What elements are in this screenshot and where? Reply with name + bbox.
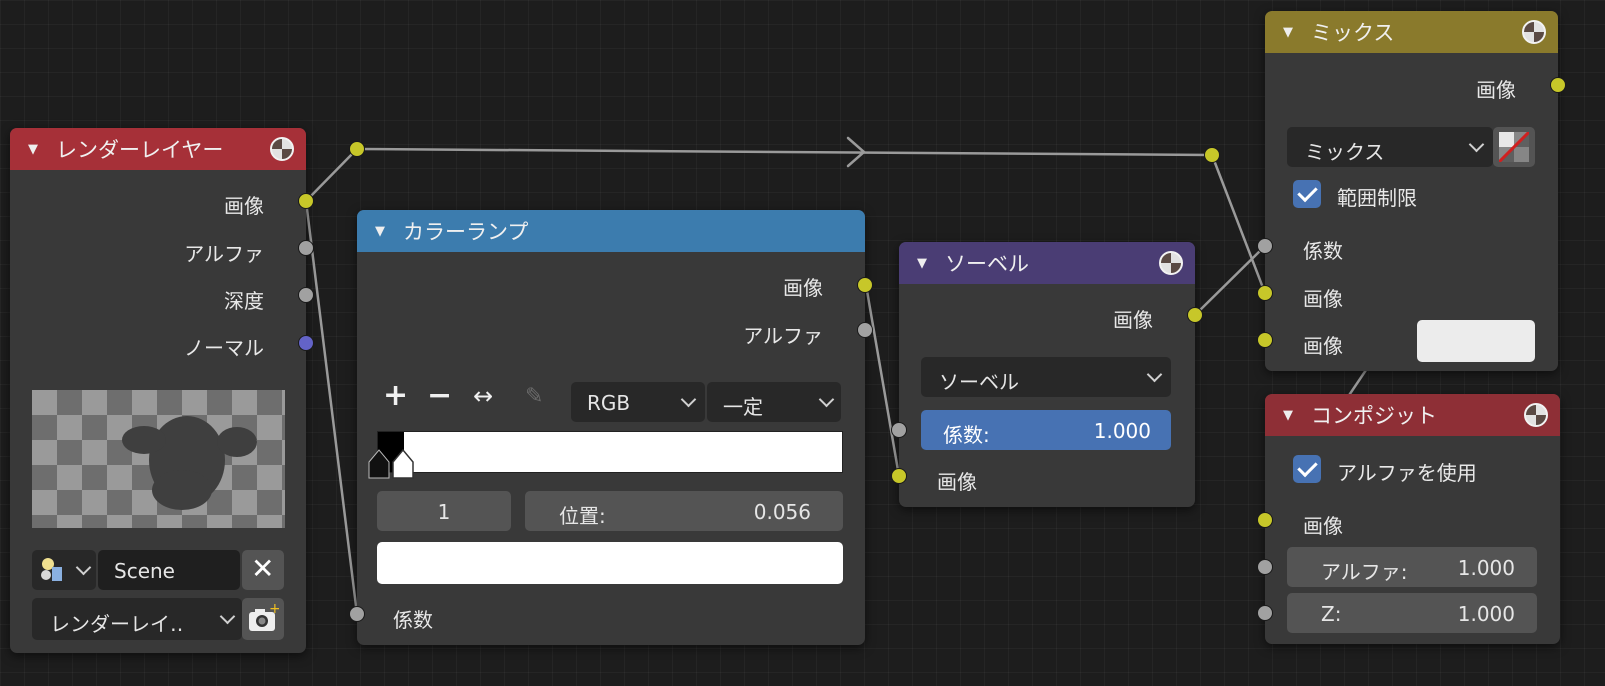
color-ramp-header[interactable]: ▼ カラーランプ (357, 210, 865, 252)
alpha-checker-icon (1499, 132, 1529, 162)
remove-stop-icon[interactable]: − (427, 378, 452, 413)
image-output-socket[interactable] (1550, 77, 1566, 93)
reroute-point[interactable] (349, 141, 365, 157)
clamp-label: 範囲制限 (1337, 186, 1417, 210)
depth-output-socket[interactable] (298, 287, 314, 303)
scene-type-button[interactable] (32, 550, 96, 590)
link-render-to-reroute (304, 147, 359, 203)
composite-node[interactable]: ▼ コンポジット アルファを使用 画像 アルファ: 1.000 Z: 1.000 (1265, 394, 1560, 644)
layer-dropdown[interactable]: レンダーレイ‥ (32, 598, 242, 640)
image-input-socket[interactable] (1257, 285, 1273, 301)
output-label: ノーマル (184, 336, 264, 360)
mix-node[interactable]: ▼ ミックス 画像 ミックス 範囲制限 係数 画像 画像 (1265, 11, 1558, 371)
scene-field[interactable]: Scene (98, 550, 240, 590)
input-label: 画像 (1303, 334, 1343, 358)
node-title: ソーベル (945, 252, 1029, 276)
z-input-socket[interactable] (1257, 605, 1273, 621)
active-stop-index[interactable]: 1 (377, 491, 511, 531)
sobel-header[interactable]: ▼ ソーベル (899, 242, 1195, 284)
svg-text:+: + (269, 604, 279, 617)
use-alpha-checkbox[interactable] (1293, 455, 1321, 483)
input-label: 係数 (1303, 239, 1343, 263)
stop-color-swatch[interactable] (377, 542, 843, 584)
alpha-input-socket[interactable] (1257, 559, 1273, 575)
link-sobel-to-mix-fac (1193, 244, 1267, 317)
filter-type-dropdown[interactable]: ソーベル (921, 357, 1171, 397)
output-label: アルファ (184, 242, 264, 266)
collapse-arrow-icon[interactable]: ▼ (1283, 408, 1293, 423)
render-layers-header[interactable]: ▼ レンダーレイヤー (10, 128, 306, 170)
z-input-field[interactable]: Z: 1.000 (1287, 593, 1537, 633)
image-input-socket[interactable] (1257, 512, 1273, 528)
alpha-output-socket[interactable] (298, 240, 314, 256)
input-label: 画像 (1303, 287, 1343, 311)
stop-position-field[interactable]: 位置: 0.056 (525, 491, 843, 531)
flip-ramp-icon[interactable]: ↔ (473, 382, 493, 410)
preview-sphere-icon[interactable] (270, 137, 294, 161)
input-label: 係数 (393, 608, 433, 632)
image-input-socket[interactable] (891, 468, 907, 484)
collapse-arrow-icon[interactable]: ▼ (28, 142, 38, 157)
image-output-socket[interactable] (298, 193, 314, 209)
fac-input-socket[interactable] (891, 422, 907, 438)
eyedropper-icon[interactable]: ✎ (525, 384, 543, 409)
clamp-checkbox[interactable] (1293, 180, 1321, 208)
link-colorramp-to-sobel (864, 283, 901, 478)
scene-icon (41, 558, 62, 581)
collapse-arrow-icon[interactable]: ▼ (1283, 25, 1293, 40)
alpha-input-field[interactable]: アルファ: 1.000 (1287, 547, 1537, 587)
composite-header[interactable]: ▼ コンポジット (1265, 394, 1560, 436)
suzanne-silhouette (122, 416, 257, 510)
color-mode-dropdown[interactable]: RGB (571, 382, 705, 422)
clear-scene-button[interactable]: ✕ (242, 550, 284, 590)
link-render-to-colorramp-fac (304, 199, 359, 616)
color-ramp-gradient[interactable] (377, 431, 843, 473)
use-alpha-toggle[interactable] (1493, 127, 1535, 167)
node-title: ミックス (1311, 21, 1395, 45)
collapse-arrow-icon[interactable]: ▼ (917, 256, 927, 271)
render-preview-image (32, 390, 285, 528)
use-alpha-label: アルファを使用 (1337, 461, 1477, 485)
input-label: 画像 (937, 470, 977, 494)
interpolation-dropdown[interactable]: 一定 (707, 382, 841, 422)
input-label: 画像 (1303, 514, 1343, 538)
mix-header[interactable]: ▼ ミックス (1265, 11, 1558, 53)
preview-sphere-icon[interactable] (1524, 403, 1548, 427)
image-output-socket[interactable] (1187, 307, 1203, 323)
output-label: 画像 (1476, 78, 1516, 102)
fac-input-socket[interactable] (1257, 238, 1273, 254)
camera-icon: + (249, 604, 279, 631)
node-title: コンポジット (1311, 404, 1437, 428)
node-title: カラーランプ (403, 220, 529, 244)
ramp-stop-markers[interactable] (365, 448, 425, 480)
node-title: レンダーレイヤー (56, 138, 224, 162)
collapse-arrow-icon[interactable]: ▼ (375, 224, 385, 239)
image-color-swatch[interactable] (1417, 320, 1535, 362)
fac-slider[interactable]: 係数: 1.000 (921, 410, 1171, 450)
output-label: 深度 (224, 289, 264, 313)
link-reroute-to-mix-image (1210, 153, 1267, 295)
link-reroute-to-reroute (355, 147, 1214, 157)
normal-output-socket[interactable] (298, 335, 314, 351)
render-layer-button[interactable]: + (242, 598, 284, 640)
image-input-socket[interactable] (1257, 332, 1273, 348)
link-arrow (846, 136, 866, 168)
output-label: 画像 (783, 276, 823, 300)
color-ramp-node[interactable]: ▼ カラーランプ 画像 アルファ + − ↔ ✎ RGB 一定 1 位置: 0.… (357, 210, 865, 645)
alpha-output-socket[interactable] (857, 322, 873, 338)
preview-sphere-icon[interactable] (1522, 20, 1546, 44)
render-layers-node[interactable]: ▼ レンダーレイヤー 画像 アルファ 深度 ノーマル Scene ✕ レンダーレ… (10, 128, 306, 653)
output-label: アルファ (743, 324, 823, 348)
blend-type-dropdown[interactable]: ミックス (1287, 127, 1493, 167)
fac-input-socket[interactable] (349, 606, 365, 622)
image-output-socket[interactable] (857, 277, 873, 293)
output-label: 画像 (224, 194, 264, 218)
sobel-filter-node[interactable]: ▼ ソーベル 画像 ソーベル 係数: 1.000 画像 (899, 242, 1195, 507)
add-stop-icon[interactable]: + (383, 378, 408, 413)
preview-sphere-icon[interactable] (1159, 251, 1183, 275)
reroute-point[interactable] (1204, 147, 1220, 163)
close-icon: ✕ (251, 552, 275, 585)
output-label: 画像 (1113, 308, 1153, 332)
